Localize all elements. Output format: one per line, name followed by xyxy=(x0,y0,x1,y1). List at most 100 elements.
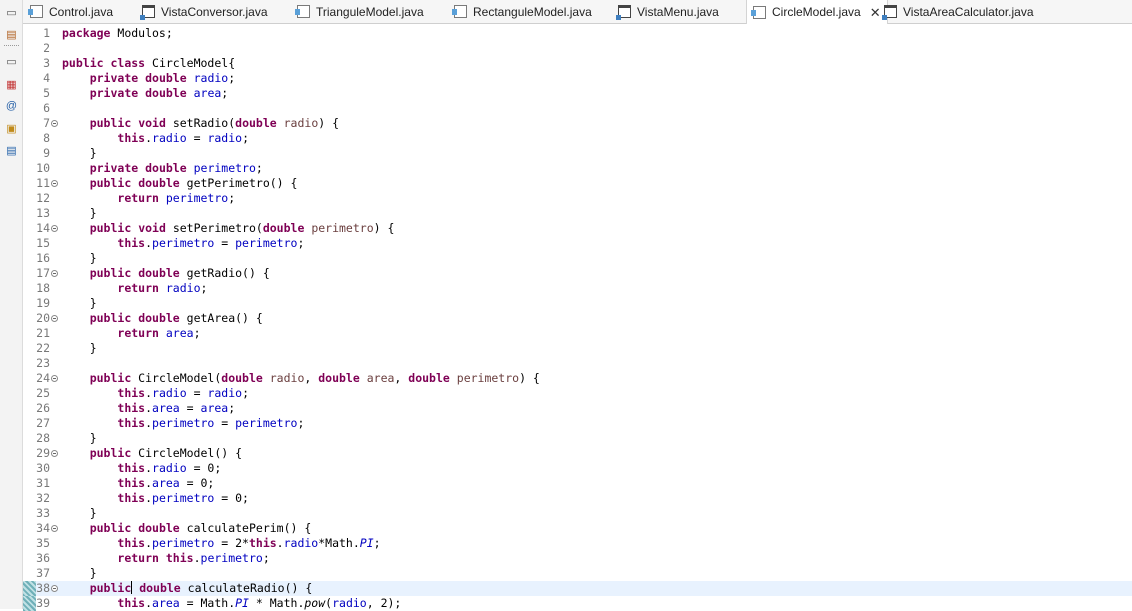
code-line[interactable]: 28 } xyxy=(23,431,1132,446)
tab-label: VistaMenu.java xyxy=(637,4,719,19)
console-icon[interactable]: ▤ xyxy=(4,143,19,157)
tab-label: VistaConversor.java xyxy=(161,4,268,19)
code-text: } xyxy=(62,341,97,355)
code-line[interactable]: 36 return this.perimetro; xyxy=(23,551,1132,566)
line-number: 28 xyxy=(36,431,50,445)
code-line[interactable]: 34 public double calculatePerim() { xyxy=(23,521,1132,536)
code-text: public class CircleModel{ xyxy=(62,56,236,70)
code-line[interactable]: 18 return radio; xyxy=(23,281,1132,296)
code-text: public double calculateRadio() { xyxy=(89,581,313,595)
javadoc-icon[interactable]: @ xyxy=(4,99,19,113)
code-text: this.perimetro = 2*this.radio*Math.PI; xyxy=(117,536,381,550)
code-editor[interactable]: 1 package Modulos; 2 3 public class CircleMo… xyxy=(23,24,1132,611)
code-line[interactable]: 10 private double perimetro; xyxy=(23,161,1132,176)
package-explorer-icon[interactable]: ▤ xyxy=(4,27,19,41)
code-line[interactable]: 11 public double getPerimetro() { xyxy=(23,176,1132,191)
code-line[interactable]: 35 this.perimetro = 2*this.radio*Math.PI… xyxy=(23,536,1132,551)
tab-vistaconversor[interactable]: VistaConversor.java xyxy=(140,0,268,23)
code-line[interactable]: 14 public void setPerimetro(double perim… xyxy=(23,221,1132,236)
fold-toggle-icon[interactable] xyxy=(51,180,58,187)
fold-toggle-icon[interactable] xyxy=(51,270,58,277)
line-number: 33 xyxy=(36,506,50,520)
code-text: public double getArea() { xyxy=(89,311,263,325)
code-line[interactable]: 17 public double getRadio() { xyxy=(23,266,1132,281)
code-line[interactable]: 7 public void setRadio(double radio) { xyxy=(23,116,1132,131)
left-toolbar: ▭ ▤ ▭ ▦ @ ▣ ▤ xyxy=(0,0,23,609)
code-text: this.area = 0; xyxy=(117,476,215,490)
tab-triangulemodel[interactable]: TrianguleModel.java xyxy=(295,0,424,23)
code-line[interactable]: 20 public double getArea() { xyxy=(23,311,1132,326)
close-icon[interactable]: ✕ xyxy=(870,6,881,19)
code-text: this.radio = radio; xyxy=(117,131,249,145)
restore-icon[interactable]: ▭ xyxy=(4,5,19,19)
code-line[interactable]: 13 } xyxy=(23,206,1132,221)
code-line[interactable]: 22 } xyxy=(23,341,1132,356)
code-line[interactable]: 26 this.area = area; xyxy=(23,401,1132,416)
code-text: this.perimetro = perimetro; xyxy=(117,416,305,430)
code-line[interactable]: 16 } xyxy=(23,251,1132,266)
tab-rectangulemodel[interactable]: RectanguleModel.java xyxy=(452,0,592,23)
code-text: this.radio = radio; xyxy=(117,386,249,400)
line-number: 17 xyxy=(36,266,50,280)
code-line[interactable]: 23 xyxy=(23,356,1132,371)
line-number: 5 xyxy=(43,86,50,100)
java-file-icon xyxy=(295,5,310,18)
code-line[interactable]: 29 public CircleModel() { xyxy=(23,446,1132,461)
line-number: 16 xyxy=(36,251,50,265)
code-line[interactable]: 19 } xyxy=(23,296,1132,311)
code-line[interactable]: 8 this.radio = radio; xyxy=(23,131,1132,146)
code-line[interactable]: 38 public double calculateRadio() { xyxy=(23,581,1132,596)
java-frame-icon xyxy=(882,5,897,20)
fold-toggle-icon[interactable] xyxy=(51,375,58,382)
code-line[interactable]: 24 public CircleModel(double radio, doub… xyxy=(23,371,1132,386)
outline-icon[interactable]: ▦ xyxy=(4,77,19,91)
code-line[interactable]: 1 package Modulos; xyxy=(23,26,1132,41)
code-line[interactable]: 32 this.perimetro = 0; xyxy=(23,491,1132,506)
fold-toggle-icon[interactable] xyxy=(51,525,58,532)
fold-toggle-icon[interactable] xyxy=(51,225,58,232)
tab-label: VistaAreaCalculator.java xyxy=(903,4,1034,19)
fold-toggle-icon[interactable] xyxy=(51,315,58,322)
restore-icon[interactable]: ▭ xyxy=(4,54,19,68)
declaration-icon[interactable]: ▣ xyxy=(4,121,19,135)
code-line[interactable]: 3 public class CircleModel{ xyxy=(23,56,1132,71)
code-line[interactable]: 6 xyxy=(23,101,1132,116)
code-text: public CircleModel(double radio, double … xyxy=(89,371,540,385)
code-line[interactable]: 2 xyxy=(23,41,1132,56)
tab-control[interactable]: Control.java xyxy=(28,0,114,23)
tab-label: RectanguleModel.java xyxy=(473,4,592,19)
fold-toggle-icon[interactable] xyxy=(51,585,58,592)
fold-toggle-icon[interactable] xyxy=(51,450,58,457)
fold-toggle-icon[interactable] xyxy=(51,120,58,127)
code-line[interactable]: 30 this.radio = 0; xyxy=(23,461,1132,476)
code-line[interactable]: 15 this.perimetro = perimetro; xyxy=(23,236,1132,251)
tab-circlemodel[interactable]: CircleModel.java ✕ xyxy=(746,0,888,24)
tab-label: Control.java xyxy=(49,4,114,19)
tab-vistamenu[interactable]: VistaMenu.java xyxy=(616,0,719,23)
code-text: public void setRadio(double radio) { xyxy=(89,116,340,130)
code-line[interactable]: 25 this.radio = radio; xyxy=(23,386,1132,401)
code-text: this.radio = 0; xyxy=(117,461,222,475)
code-line[interactable]: 31 this.area = 0; xyxy=(23,476,1132,491)
line-number: 9 xyxy=(43,146,50,160)
code-text: return area; xyxy=(117,326,201,340)
code-line[interactable]: 33 } xyxy=(23,506,1132,521)
tab-vistaareacalculator[interactable]: VistaAreaCalculator.java xyxy=(882,0,1034,23)
line-number: 4 xyxy=(43,71,50,85)
java-frame-icon xyxy=(140,5,155,20)
code-line[interactable]: 4 private double radio; xyxy=(23,71,1132,86)
tab-label: TrianguleModel.java xyxy=(316,4,424,19)
line-number: 15 xyxy=(36,236,50,250)
code-line[interactable]: 27 this.perimetro = perimetro; xyxy=(23,416,1132,431)
line-number: 3 xyxy=(43,56,50,70)
code-line[interactable]: 5 private double area; xyxy=(23,86,1132,101)
code-line[interactable]: 9 } xyxy=(23,146,1132,161)
line-number: 38 xyxy=(36,581,50,595)
line-number: 32 xyxy=(36,491,50,505)
code-line[interactable]: 12 return perimetro; xyxy=(23,191,1132,206)
line-number: 19 xyxy=(36,296,50,310)
code-line[interactable]: 21 return area; xyxy=(23,326,1132,341)
code-line[interactable]: 37 } xyxy=(23,566,1132,581)
toolbar-separator xyxy=(4,45,19,46)
code-text: private double area; xyxy=(89,86,229,100)
